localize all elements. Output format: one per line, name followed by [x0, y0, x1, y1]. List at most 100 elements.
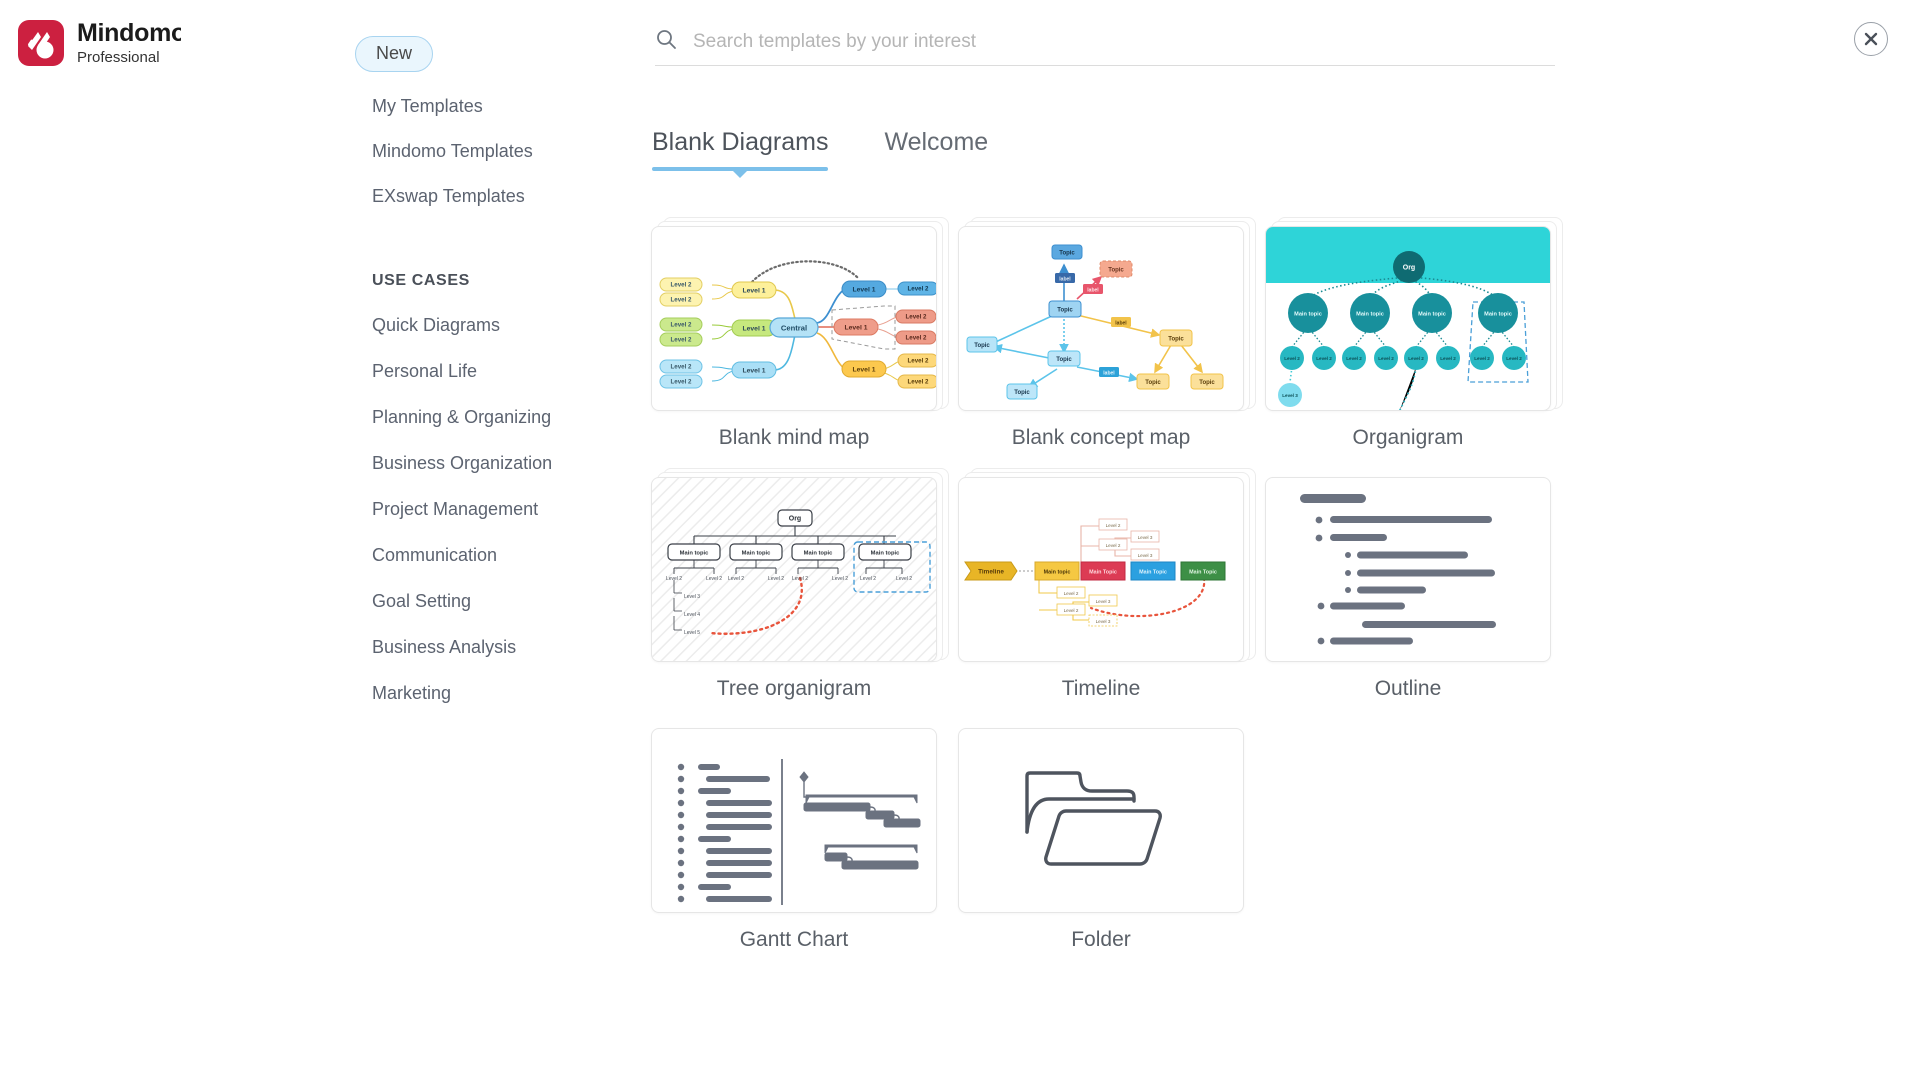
- svg-text:Level 2: Level 2: [706, 576, 722, 582]
- svg-text:Level 2: Level 2: [1106, 543, 1121, 548]
- svg-text:Main topic: Main topic: [1418, 312, 1446, 318]
- svg-text:Topic: Topic: [1014, 390, 1030, 396]
- svg-text:Level 1: Level 1: [742, 326, 765, 333]
- svg-text:Org: Org: [1403, 265, 1415, 272]
- template-thumbnail-outline[interactable]: [1265, 477, 1551, 662]
- folder-icon: [1025, 771, 1162, 866]
- sidebar-item-mindomo-templates[interactable]: Mindomo Templates: [355, 141, 595, 162]
- tab-blank-diagrams[interactable]: Blank Diagrams: [652, 128, 829, 171]
- template-thumbnail-organigram[interactable]: Org Main topic Main topic Main topic Mai…: [1265, 226, 1551, 411]
- svg-text:Main topic: Main topic: [680, 551, 709, 557]
- svg-text:Topic: Topic: [1056, 357, 1072, 363]
- template-label: Folder: [1071, 928, 1131, 951]
- svg-text:Level 2: Level 2: [908, 379, 930, 386]
- svg-text:Main topic: Main topic: [742, 551, 771, 557]
- svg-text:Level 2: Level 2: [1106, 523, 1121, 528]
- svg-text:Topic: Topic: [1108, 268, 1124, 274]
- svg-text:Topic: Topic: [1199, 380, 1215, 386]
- template-card-outline[interactable]: Outline: [1265, 477, 1551, 701]
- templates-row: Org Main topic Main topic Main topic Mai…: [651, 468, 1561, 701]
- tab-welcome[interactable]: Welcome: [884, 128, 988, 171]
- svg-text:Level 2: Level 2: [671, 322, 693, 329]
- svg-text:Level 3: Level 3: [1096, 599, 1111, 604]
- brand-name: Mindomo: [77, 21, 181, 47]
- svg-text:Level 2: Level 2: [832, 576, 848, 582]
- svg-text:Level 2: Level 2: [1408, 356, 1424, 361]
- template-card-blank-concept-map[interactable]: Topic Topic Topic Topic Topic Topic Topi…: [958, 217, 1256, 450]
- template-label: Tree organigram: [716, 677, 872, 700]
- svg-text:Level 3: Level 3: [1096, 619, 1111, 624]
- svg-text:label: label: [1103, 371, 1115, 377]
- templates-row: Level 2 Level 2 Level 2 Level 2 Level 2: [651, 217, 1563, 450]
- template-thumbnail-tree-organigram[interactable]: Org Main topic Main topic Main topic Mai…: [651, 477, 937, 662]
- mindomo-logo-icon: [18, 20, 64, 66]
- sidebar-item-goal-setting[interactable]: Goal Setting: [355, 591, 595, 612]
- template-thumbnail-folder[interactable]: [958, 728, 1244, 913]
- svg-text:Timeline: Timeline: [978, 569, 1004, 576]
- sidebar-item-exswap-templates[interactable]: EXswap Templates: [355, 186, 595, 207]
- template-thumbnail-gantt-chart[interactable]: [651, 728, 937, 913]
- svg-text:Level 2: Level 2: [1316, 356, 1332, 361]
- sidebar-item-project-management[interactable]: Project Management: [355, 499, 595, 520]
- sidebar-item-planning-organizing[interactable]: Planning & Organizing: [355, 407, 595, 428]
- sidebar-item-business-analysis[interactable]: Business Analysis: [355, 637, 595, 658]
- template-card-gantt-chart[interactable]: Gantt Chart: [651, 728, 937, 952]
- svg-text:label: label: [1059, 277, 1071, 283]
- svg-text:Level 1: Level 1: [844, 325, 867, 332]
- svg-text:Level 1: Level 1: [742, 288, 765, 295]
- tab-bar: Blank Diagrams Welcome: [652, 128, 988, 171]
- svg-text:Main topic: Main topic: [1356, 312, 1384, 318]
- svg-text:Level 3: Level 3: [684, 594, 700, 600]
- search-input[interactable]: [691, 29, 1555, 54]
- svg-text:Level 2: Level 2: [671, 337, 693, 344]
- svg-text:Main topic: Main topic: [804, 551, 833, 557]
- template-card-organigram[interactable]: Org Main topic Main topic Main topic Mai…: [1265, 217, 1563, 450]
- svg-text:Level 2: Level 2: [906, 335, 928, 342]
- svg-text:Main topic: Main topic: [1294, 312, 1322, 318]
- sidebar: New My Templates Mindomo Templates EXswa…: [355, 36, 595, 704]
- svg-text:Level 3: Level 3: [1138, 553, 1153, 558]
- template-card-blank-mind-map[interactable]: Level 2 Level 2 Level 2 Level 2 Level 2: [651, 217, 949, 450]
- sidebar-item-business-organization[interactable]: Business Organization: [355, 453, 595, 474]
- sidebar-item-communication[interactable]: Communication: [355, 545, 595, 566]
- svg-text:Level 1: Level 1: [742, 368, 765, 375]
- svg-text:label: label: [1087, 288, 1099, 294]
- template-thumbnail-blank-concept-map[interactable]: Topic Topic Topic Topic Topic Topic Topi…: [958, 226, 1244, 411]
- svg-text:Main topic: Main topic: [1484, 312, 1512, 318]
- svg-text:Level 2: Level 2: [1440, 356, 1456, 361]
- brand-plan: Professional: [77, 49, 160, 65]
- sidebar-item-quick-diagrams[interactable]: Quick Diagrams: [355, 315, 595, 336]
- svg-text:Main Topic: Main Topic: [1189, 570, 1217, 576]
- close-button[interactable]: [1854, 22, 1888, 56]
- template-label: Gantt Chart: [739, 928, 849, 951]
- svg-text:Level 3: Level 3: [1138, 535, 1153, 540]
- template-label: Blank concept map: [1011, 426, 1191, 449]
- search-bar[interactable]: [655, 28, 1555, 66]
- svg-text:Level 5: Level 5: [684, 630, 700, 636]
- svg-text:Level 2: Level 2: [908, 358, 930, 365]
- svg-text:Topic: Topic: [1168, 337, 1184, 343]
- template-card-folder[interactable]: Folder: [958, 728, 1244, 952]
- svg-text:Level 2: Level 2: [671, 282, 693, 289]
- template-card-tree-organigram[interactable]: Org Main topic Main topic Main topic Mai…: [651, 468, 949, 701]
- template-thumbnail-timeline[interactable]: Timeline Main topic Main Topic Main Topi…: [958, 477, 1244, 662]
- sidebar-item-my-templates[interactable]: My Templates: [355, 96, 595, 117]
- svg-text:Topic: Topic: [1059, 251, 1075, 257]
- svg-text:Level 2: Level 2: [1378, 356, 1394, 361]
- svg-text:Level 1: Level 1: [852, 367, 875, 374]
- templates-grid-spacer: [1265, 728, 1551, 952]
- svg-text:Main Topic: Main Topic: [1089, 570, 1117, 576]
- template-card-timeline[interactable]: Timeline Main topic Main Topic Main Topi…: [958, 468, 1256, 701]
- svg-text:Level 1: Level 1: [852, 287, 875, 294]
- template-label: Blank mind map: [718, 426, 870, 449]
- template-thumbnail-blank-mind-map[interactable]: Level 2 Level 2 Level 2 Level 2 Level 2: [651, 226, 937, 411]
- new-button[interactable]: New: [355, 36, 434, 72]
- svg-text:Level 2: Level 2: [896, 576, 912, 582]
- svg-text:Central: Central: [781, 324, 807, 333]
- svg-text:Level 2: Level 2: [666, 576, 682, 582]
- sidebar-item-personal-life[interactable]: Personal Life: [355, 361, 595, 382]
- brand-logo[interactable]: Mindomo Professional: [18, 20, 181, 66]
- close-icon: [1864, 32, 1878, 46]
- sidebar-item-marketing[interactable]: Marketing: [355, 683, 595, 704]
- svg-text:Level 2: Level 2: [792, 576, 808, 582]
